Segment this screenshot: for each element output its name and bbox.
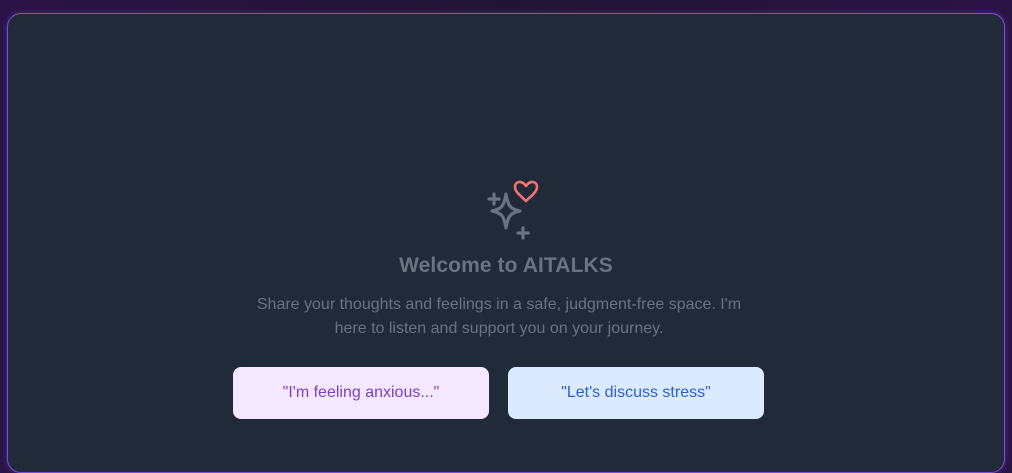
heart-icon [513, 180, 539, 203]
plus-small-icon [516, 226, 530, 240]
plus-small-icon [487, 192, 501, 206]
welcome-subtitle: Share your thoughts and feelings in a sa… [256, 296, 742, 337]
chat-panel [7, 13, 1005, 473]
suggestion-anxious-button[interactable]: "I'm feeling anxious..." [233, 367, 489, 419]
welcome-title: Welcome to AITALKS [399, 254, 613, 277]
suggestion-stress-button[interactable]: "Let's discuss stress" [508, 367, 764, 419]
sparkles-heart-icon [480, 178, 550, 244]
